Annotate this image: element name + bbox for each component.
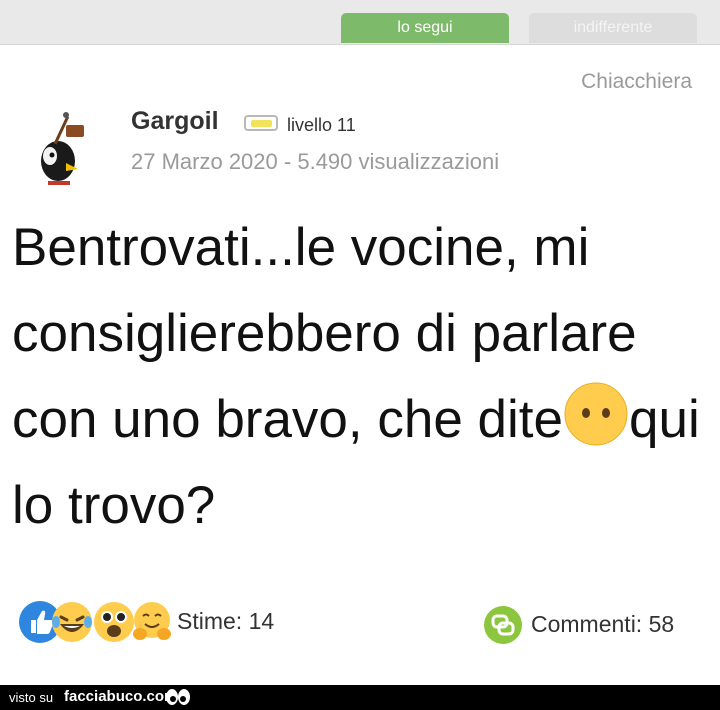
author-name[interactable]: Gargoil: [131, 107, 219, 136]
footer-watermark: visto su facciabuco.com: [0, 685, 720, 710]
neutral-face-emoji-icon: [564, 382, 628, 446]
tab-follow[interactable]: lo segui: [341, 13, 509, 43]
top-bar: lo segui indifferente: [0, 0, 720, 44]
comments-count[interactable]: Commenti: 58: [531, 611, 674, 638]
laugh-cry-emoji-icon[interactable]: [50, 600, 94, 644]
tab-indifferent[interactable]: indifferente: [529, 13, 697, 43]
comment-icon[interactable]: [483, 605, 523, 645]
author-level: livello 11: [287, 115, 356, 135]
footer-site: facciabuco.com: [64, 688, 178, 705]
level-badge: [244, 115, 278, 131]
avatar[interactable]: [30, 101, 90, 191]
likes-count[interactable]: Stime: 14: [177, 608, 274, 635]
meta-separator: -: [283, 149, 298, 174]
footer-seen-on: visto su: [9, 690, 54, 705]
post-meta: 27 Marzo 2020 - 5.490 visualizzazioni: [131, 149, 499, 175]
post-date: 27 Marzo 2020: [131, 149, 278, 174]
post-views: 5.490 visualizzazioni: [297, 149, 500, 174]
post-category[interactable]: Chiacchiera: [581, 70, 692, 94]
post-text-part1: Bentrovati...le vocine, mi consiglierebb…: [12, 218, 637, 449]
hug-emoji-icon[interactable]: [130, 600, 174, 644]
eyes-icon: [166, 689, 190, 705]
post-card: Chiacchiera Gargoil livello 11 27 Marzo …: [0, 44, 720, 686]
post-text: Bentrovati...le vocine, mi consiglierebb…: [12, 205, 712, 549]
